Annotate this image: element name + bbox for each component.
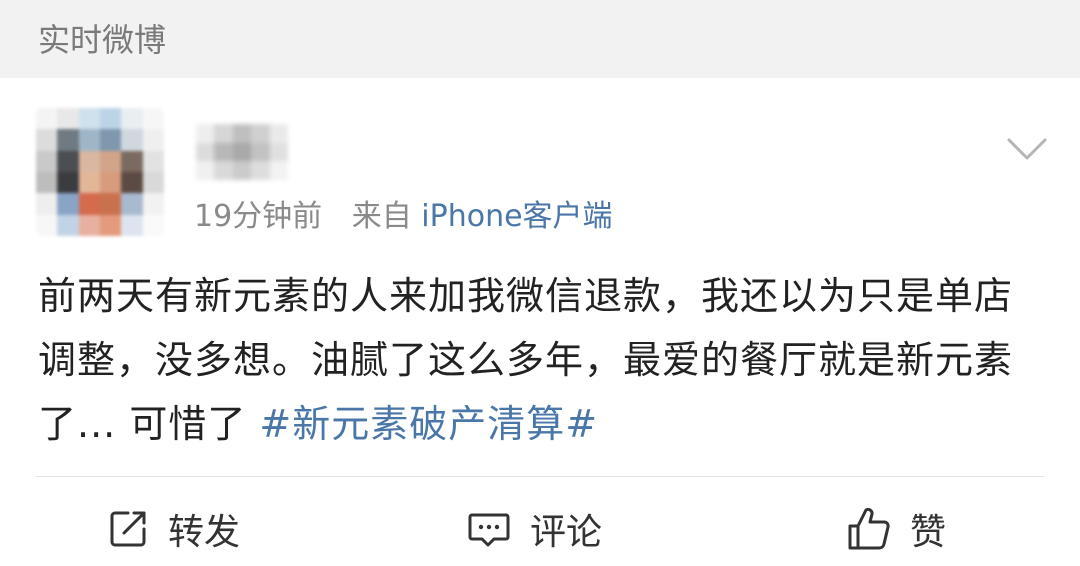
post-meta: 19分钟前 来自 iPhone客户端	[194, 196, 613, 238]
like-button[interactable]: 赞	[846, 502, 946, 556]
comment-button[interactable]: 评论	[466, 502, 602, 556]
avatar[interactable]	[36, 108, 164, 236]
hashtag-link[interactable]: #新元素破产清算#	[259, 402, 598, 446]
repost-button[interactable]: 转发	[106, 502, 240, 556]
divider	[36, 476, 1044, 477]
post-time: 19分钟前	[194, 199, 323, 234]
share-icon	[110, 511, 146, 547]
top-bar: 实时微博	[0, 0, 1080, 78]
thumbs-up-icon	[848, 507, 890, 550]
post-text: 前两天有新元素的人来加我微信退款，我还以为只是单店调整，没多想。油腻了这么多年，…	[38, 264, 1048, 456]
username-redacted[interactable]	[196, 124, 288, 180]
comment-label: 评论	[530, 512, 603, 553]
like-label: 赞	[910, 512, 947, 553]
source-prefix: 来自	[351, 199, 412, 234]
comment-icon	[468, 513, 510, 547]
repost-label: 转发	[168, 512, 241, 553]
chevron-down-icon[interactable]	[1005, 134, 1049, 164]
page-title: 实时微博	[38, 21, 167, 59]
source-link[interactable]: iPhone客户端	[421, 199, 612, 234]
